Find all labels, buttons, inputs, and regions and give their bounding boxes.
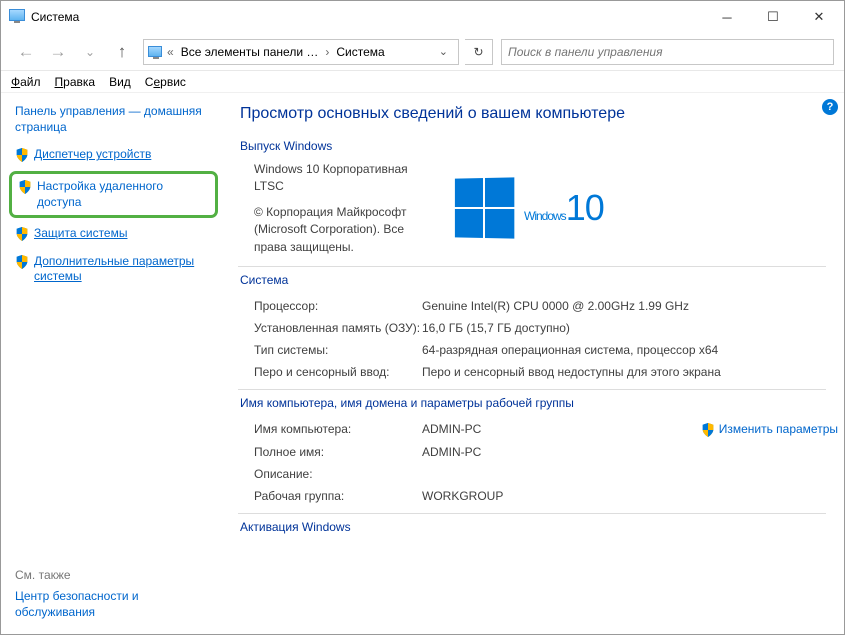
kv-system-type: Тип системы:64-разрядная операционная си… — [254, 339, 838, 361]
sidebar-item-label[interactable]: Диспетчер устройств — [34, 147, 151, 163]
monitor-icon — [148, 46, 162, 57]
section-edition-heading: Выпуск Windows — [240, 139, 838, 153]
sidebar-item-device-manager[interactable]: Диспетчер устройств — [15, 145, 212, 165]
kv-pen-touch: Перо и сенсорный ввод:Перо и сенсорный в… — [254, 361, 838, 383]
sidebar-item-remote-settings[interactable]: Настройка удаленного доступа — [9, 171, 218, 218]
forward-button[interactable]: → — [43, 39, 73, 65]
menubar: Файл Правка Вид Сервис — [1, 71, 844, 93]
menu-file[interactable]: Файл — [11, 75, 41, 89]
sidebar-item-label[interactable]: Настройка удаленного доступа — [37, 179, 209, 210]
see-also-security-link[interactable]: Центр безопасности и обслуживания — [15, 588, 212, 620]
up-button[interactable]: ↑ — [107, 39, 137, 65]
back-button[interactable]: ← — [11, 39, 41, 65]
see-also-heading: См. также — [15, 568, 212, 582]
divider — [238, 266, 826, 267]
page-heading: Просмотр основных сведений о вашем компь… — [240, 105, 838, 123]
window-icon — [9, 9, 25, 25]
section-name-heading: Имя компьютера, имя домена и параметры р… — [240, 396, 838, 410]
windows-squares-icon — [455, 178, 514, 239]
address-bar[interactable]: « Все элементы панели … › Система ⌄ — [143, 39, 459, 65]
sidebar-item-advanced-settings[interactable]: Дополнительные параметры системы — [15, 252, 212, 287]
shield-icon — [15, 148, 29, 162]
shield-icon — [18, 180, 32, 194]
windows-logo: Windows10 — [454, 161, 604, 256]
menu-view[interactable]: Вид — [109, 75, 131, 89]
shield-icon — [15, 227, 29, 241]
copyright-text: © Корпорация Майкрософт (Microsoft Corpo… — [254, 204, 434, 256]
minimize-button[interactable]: ─ — [704, 2, 750, 32]
kv-full-name: Полное имя:ADMIN-PC — [254, 441, 838, 463]
section-system-heading: Система — [240, 273, 838, 287]
shield-icon — [701, 423, 715, 437]
breadcrumb-1[interactable]: Все элементы панели … — [179, 45, 321, 59]
titlebar: Система ─ ☐ ✕ — [1, 1, 844, 33]
search-input[interactable] — [502, 45, 833, 59]
sidebar-item-system-protection[interactable]: Защита системы — [15, 224, 212, 244]
close-button[interactable]: ✕ — [796, 2, 842, 32]
maximize-button[interactable]: ☐ — [750, 2, 796, 32]
section-activation-heading: Активация Windows — [240, 520, 838, 534]
kv-processor: Процессор:Genuine Intel(R) CPU 0000 @ 2.… — [254, 295, 838, 317]
refresh-button[interactable]: ↻ — [465, 39, 493, 65]
kv-computer-name: Имя компьютера: ADMIN-PC Изменить параме… — [254, 418, 838, 441]
sidebar-item-label[interactable]: Дополнительные параметры системы — [34, 254, 212, 285]
menu-service[interactable]: Сервис — [145, 75, 186, 89]
kv-workgroup: Рабочая группа:WORKGROUP — [254, 485, 838, 507]
search-box[interactable] — [501, 39, 834, 65]
address-dropdown[interactable]: ⌄ — [433, 45, 454, 58]
navbar: ← → ⌄ ↑ « Все элементы панели … › Систем… — [1, 33, 844, 71]
breadcrumb-2[interactable]: Система — [334, 45, 386, 59]
edition-name: Windows 10 Корпоративная LTSC — [254, 161, 434, 196]
shield-icon — [15, 255, 29, 269]
content-pane: ? Просмотр основных сведений о вашем ком… — [226, 93, 844, 634]
kv-description: Описание: — [254, 463, 838, 485]
chevron-icon: « — [162, 45, 179, 59]
divider — [238, 389, 826, 390]
control-panel-home-link[interactable]: Панель управления — домашняя страница — [15, 103, 212, 135]
kv-ram: Установленная память (ОЗУ):16,0 ГБ (15,7… — [254, 317, 838, 339]
windows-10-wordmark: Windows10 — [524, 187, 604, 229]
divider — [238, 513, 826, 514]
change-settings-link[interactable]: Изменить параметры — [701, 422, 838, 437]
sidebar: Панель управления — домашняя страница Ди… — [1, 93, 226, 634]
window-title: Система — [31, 10, 704, 24]
chevron-icon: › — [320, 45, 334, 59]
dropdown-history[interactable]: ⌄ — [75, 39, 105, 65]
menu-edit[interactable]: Правка — [55, 75, 96, 89]
help-icon[interactable]: ? — [822, 99, 838, 115]
sidebar-item-label[interactable]: Защита системы — [34, 226, 127, 242]
edition-text: Windows 10 Корпоративная LTSC © Корпорац… — [254, 161, 434, 256]
